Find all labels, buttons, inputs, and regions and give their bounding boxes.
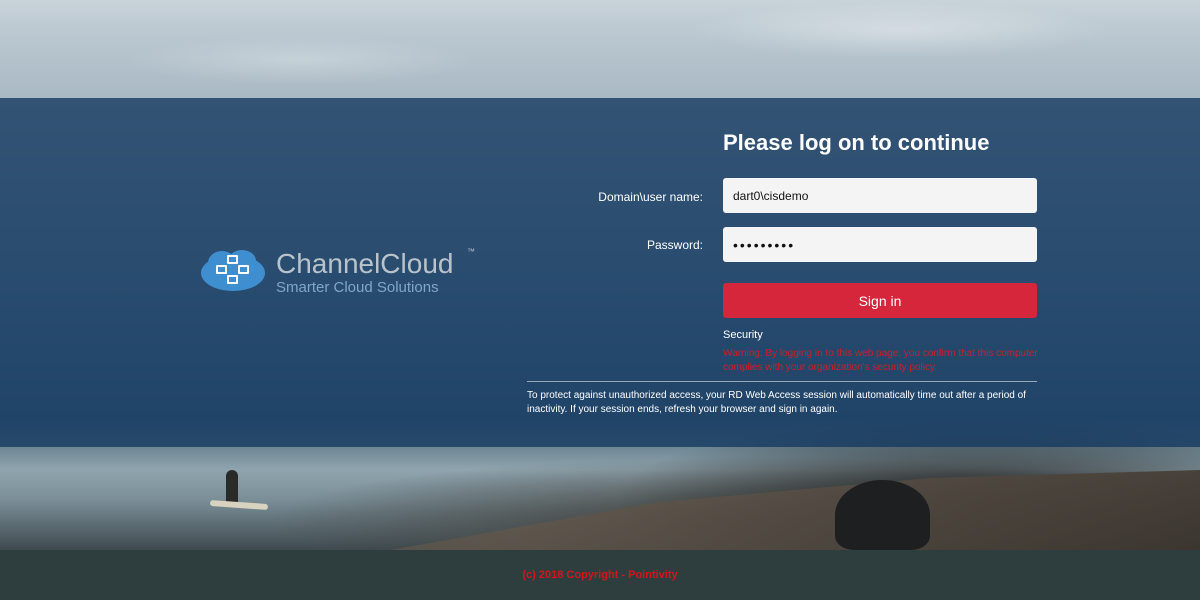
divider xyxy=(527,381,1037,382)
logo-name: ChannelCloud xyxy=(276,248,454,279)
channelcloud-logo: ChannelCloud ™ Smarter Cloud Solutions xyxy=(200,243,490,303)
password-label: Password: xyxy=(646,238,703,252)
security-heading: Security xyxy=(723,329,763,341)
username-field[interactable] xyxy=(723,178,1037,213)
password-field[interactable] xyxy=(723,227,1037,262)
username-label: Domain\user name: xyxy=(598,190,703,204)
copyright-text: (c) 2018 Copyright - Pointivity xyxy=(522,569,678,581)
cloud-logo-icon xyxy=(201,250,265,291)
sky xyxy=(0,0,1200,98)
foreground-rock xyxy=(835,480,930,550)
page-title: Please log on to continue xyxy=(723,130,990,155)
logo-trademark: ™ xyxy=(467,247,475,256)
surfer-figure xyxy=(226,470,238,504)
sign-in-button[interactable]: Sign in xyxy=(723,283,1037,318)
session-timeout-notice: To protect against unauthorized access, … xyxy=(527,390,1026,415)
logo-tagline: Smarter Cloud Solutions xyxy=(276,279,439,296)
security-warning: Warning: By logging in to this web page,… xyxy=(723,348,1038,373)
